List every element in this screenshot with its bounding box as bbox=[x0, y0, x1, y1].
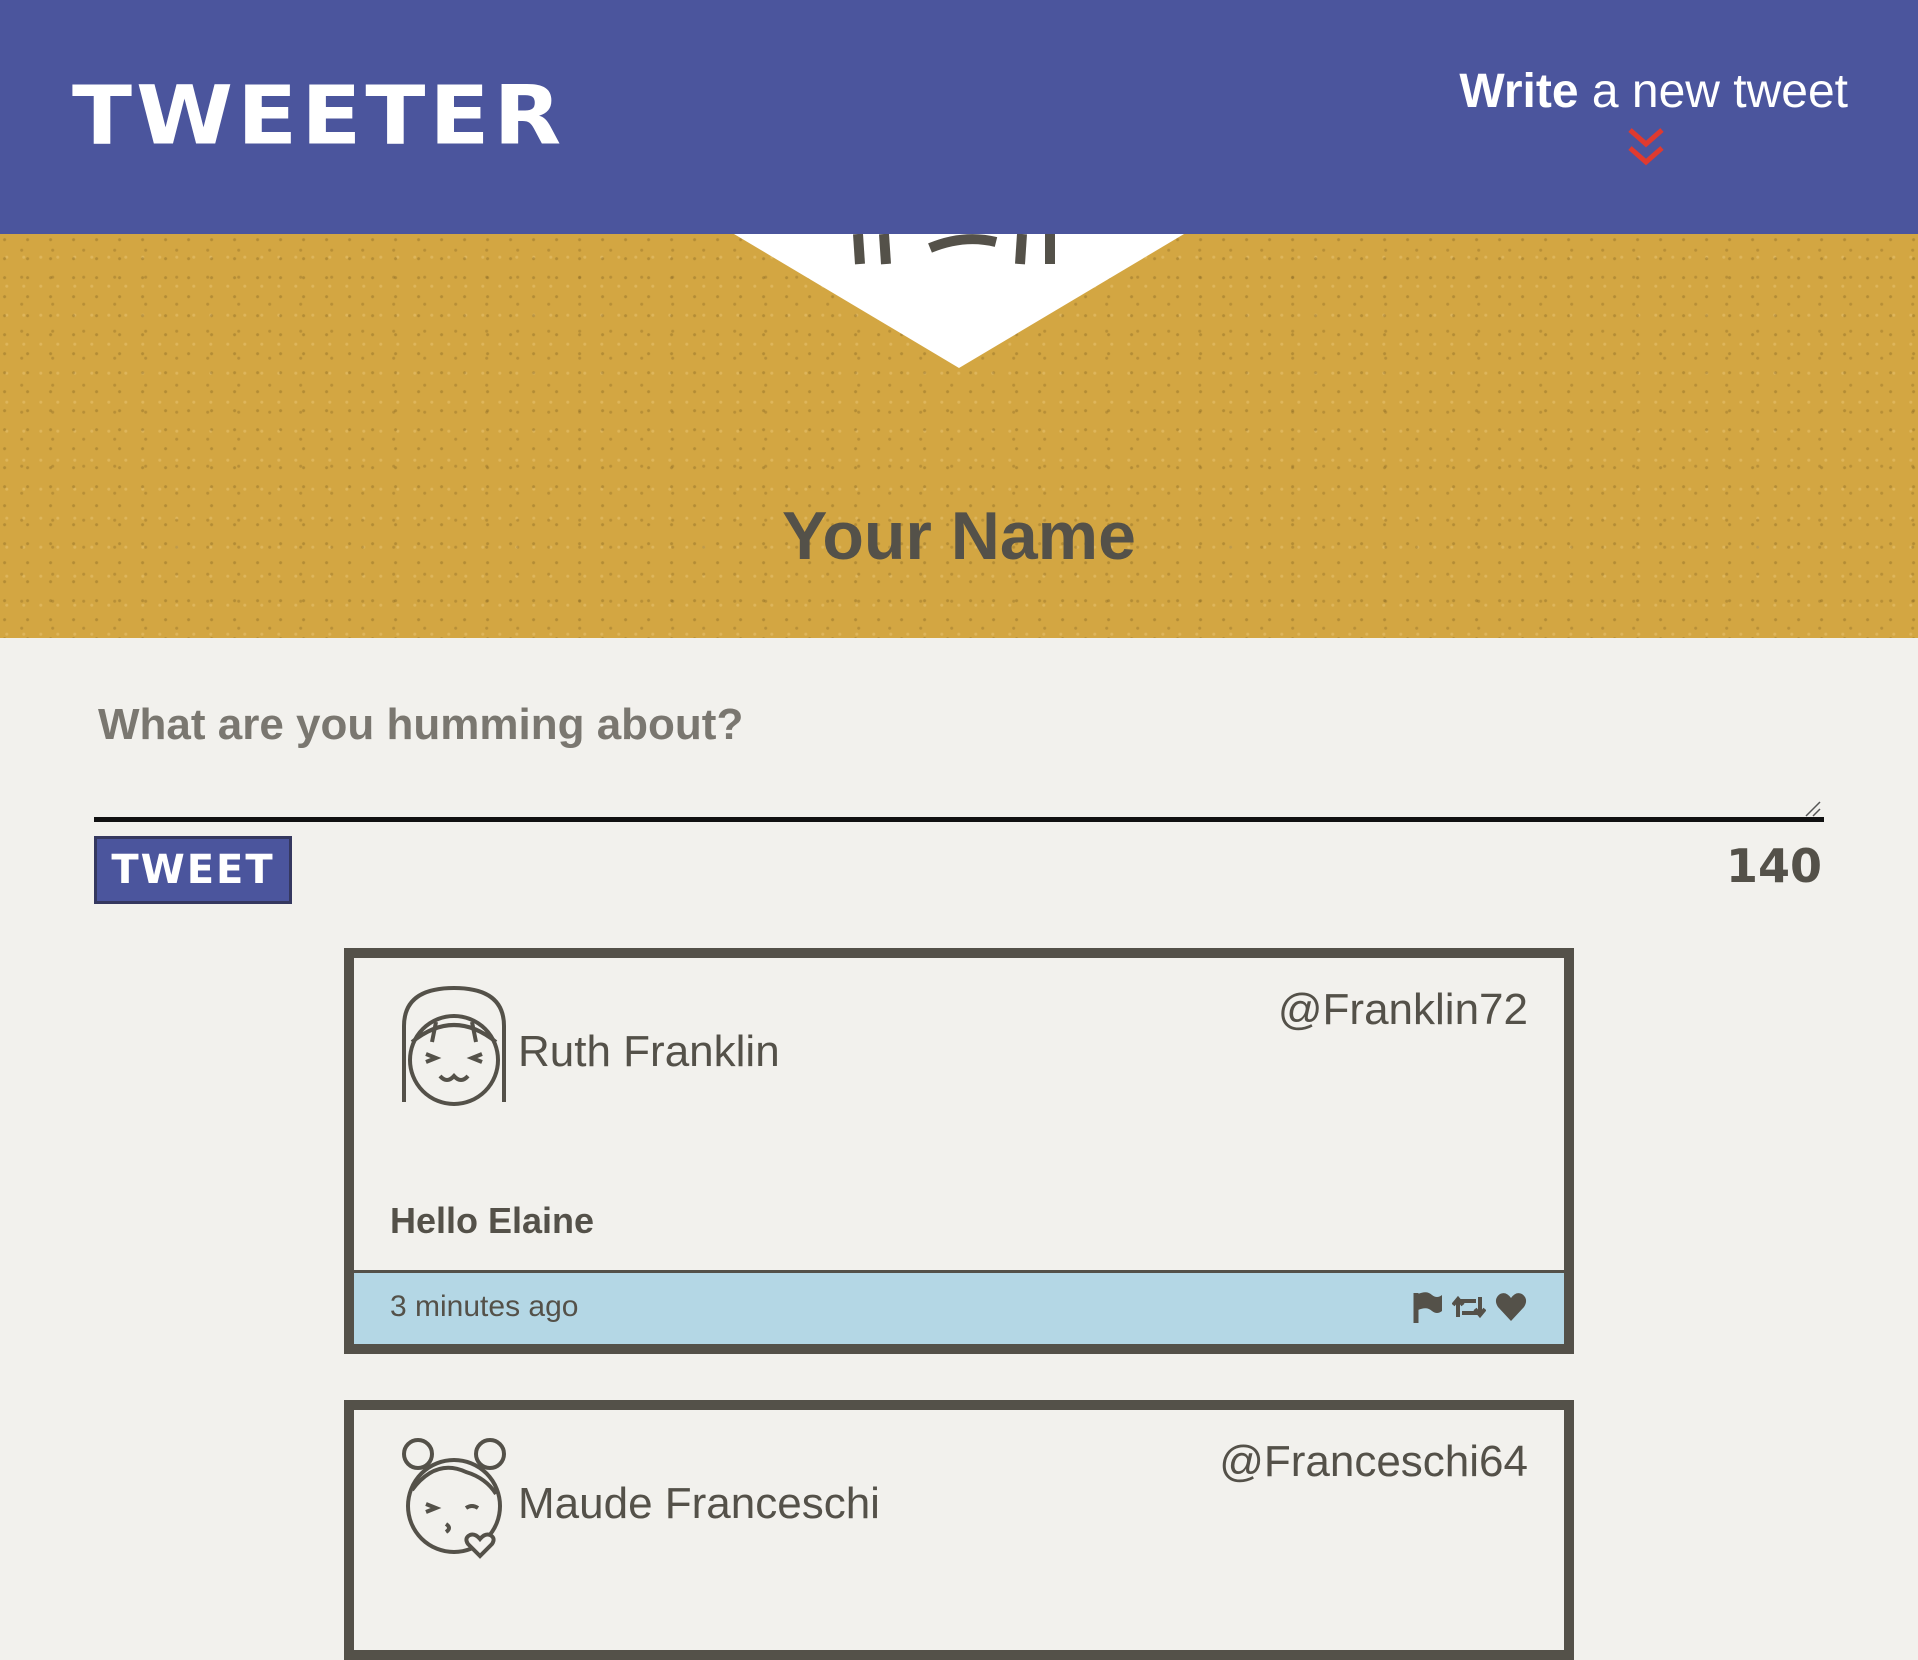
tweet-actions bbox=[1410, 1289, 1528, 1329]
smiling-girl-icon bbox=[402, 985, 506, 1106]
tweet-card: Maude Franceschi @Franceschi64 bbox=[344, 1400, 1574, 1660]
retweet-icon[interactable] bbox=[1452, 1289, 1486, 1325]
compose-toggle-bold: Write bbox=[1459, 65, 1579, 118]
tweet-compose-input[interactable] bbox=[94, 690, 1824, 822]
tweet-card: Ruth Franklin @Franklin72 Hello Elaine 3… bbox=[344, 948, 1574, 1354]
tweet-footer: 3 minutes ago bbox=[354, 1270, 1564, 1344]
kissing-girl-icon bbox=[402, 1438, 506, 1559]
heart-icon[interactable] bbox=[1494, 1289, 1528, 1325]
tweet-text: Hello Elaine bbox=[390, 1200, 595, 1241]
tweet-author-name[interactable]: Ruth Franklin bbox=[518, 1024, 780, 1080]
tweet-author-name[interactable]: Maude Franceschi bbox=[518, 1476, 880, 1532]
flag-icon[interactable] bbox=[1410, 1289, 1444, 1325]
top-nav: TWEETER Write a new tweet bbox=[0, 0, 1918, 234]
tweet-submit-button[interactable]: TWEET bbox=[94, 836, 292, 904]
tweet-author-handle[interactable]: @Franceschi64 bbox=[1219, 1434, 1528, 1490]
write-new-tweet-toggle[interactable]: Write a new tweet bbox=[1428, 62, 1848, 122]
character-counter: 140 bbox=[1725, 839, 1822, 893]
compose-toggle-rest: a new tweet bbox=[1578, 65, 1848, 118]
brand-logo[interactable]: TWEETER bbox=[72, 70, 565, 162]
profile-name: Your Name bbox=[782, 498, 1136, 574]
tweet-author-handle[interactable]: @Franklin72 bbox=[1278, 982, 1528, 1038]
resize-grip-icon[interactable] bbox=[1804, 800, 1822, 818]
profile-avatar bbox=[734, 234, 1184, 368]
tweet-timestamp: 3 minutes ago bbox=[390, 1290, 579, 1323]
double-chevron-down-icon[interactable] bbox=[1626, 124, 1666, 170]
